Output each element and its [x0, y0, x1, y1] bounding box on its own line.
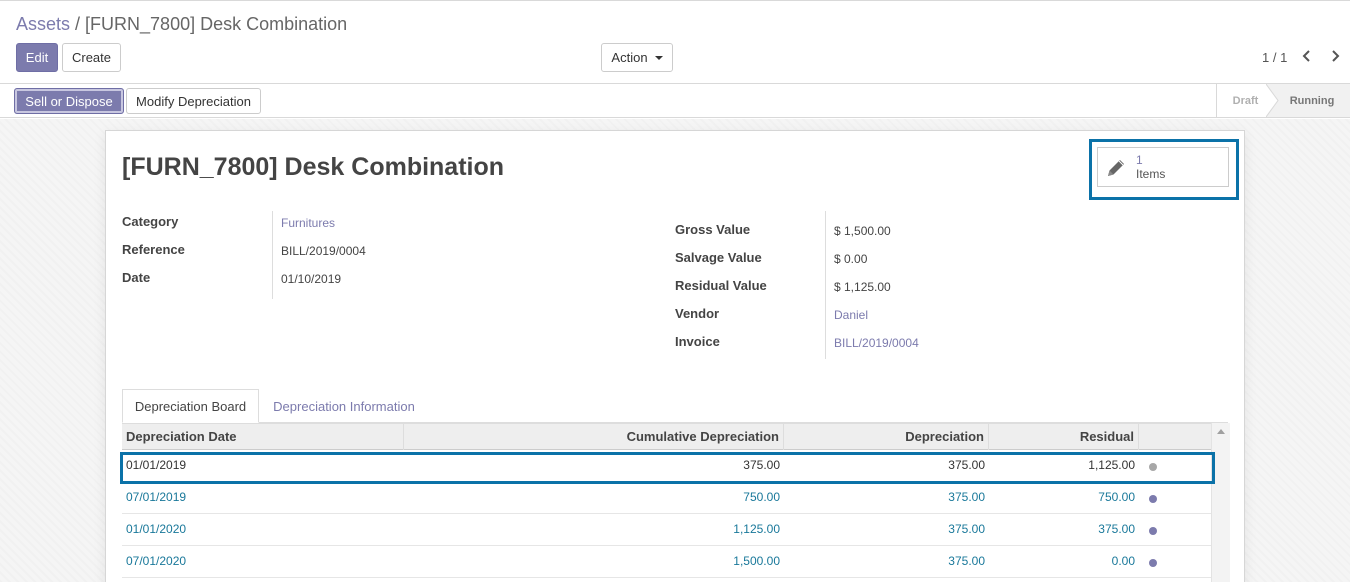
left-group-divider [272, 211, 273, 299]
modify-depreciation-button[interactable]: Modify Depreciation [126, 88, 261, 114]
date-label: Date [122, 270, 151, 285]
column-status [1139, 424, 1211, 450]
statusbar: Sell or Dispose Modify Depreciation Draf… [0, 83, 1350, 118]
row-depreciation: 375.00 [948, 554, 985, 568]
row-cumulative: 750.00 [743, 490, 780, 504]
row-date: 07/01/2020 [126, 554, 187, 568]
row-cumulative: 1,500.00 [733, 554, 780, 568]
posted-status-dot-icon [1149, 463, 1157, 471]
action-label: Action [611, 50, 648, 65]
row-residual: 750.00 [1098, 490, 1135, 504]
invoice-label: Invoice [675, 334, 720, 349]
row-residual: 0.00 [1111, 554, 1135, 568]
column-depreciation-date[interactable]: Depreciation Date [122, 424, 404, 450]
tab-depreciation-information[interactable]: Depreciation Information [264, 389, 424, 423]
row-residual: 375.00 [1098, 522, 1135, 536]
invoice-link[interactable]: BILL/2019/0004 [834, 336, 919, 350]
row-depreciation: 375.00 [948, 458, 985, 472]
column-depreciation[interactable]: Depreciation [784, 424, 989, 450]
table-row[interactable]: 07/01/2019 750.00 375.00 750.00 [122, 482, 1211, 514]
record-title: [FURN_7800] Desk Combination [122, 153, 505, 181]
stage-divider [1266, 84, 1279, 117]
breadcrumb-separator: / [75, 14, 81, 34]
table-header: Depreciation Date Cumulative Depreciatio… [122, 423, 1230, 450]
salvage-value-label: Salvage Value [675, 250, 762, 265]
stage-draft[interactable]: Draft [1216, 84, 1272, 117]
table-row[interactable]: 01/01/2020 1,125.00 375.00 375.00 [122, 514, 1211, 546]
column-cumulative-depreciation[interactable]: Cumulative Depreciation [404, 424, 784, 450]
row-depreciation: 375.00 [948, 522, 985, 536]
chevron-left-icon[interactable] [1300, 48, 1314, 64]
residual-value: $ 1,125.00 [834, 280, 891, 294]
salvage-value: $ 0.00 [834, 252, 868, 266]
row-depreciation: 375.00 [948, 490, 985, 504]
vendor-link[interactable]: Daniel [834, 308, 868, 322]
row-date: 01/01/2020 [126, 522, 187, 536]
breadcrumb-assets-link[interactable]: Assets [16, 14, 70, 34]
pending-status-dot-icon[interactable] [1149, 527, 1157, 535]
edit-button[interactable]: Edit [16, 43, 58, 72]
create-button[interactable]: Create [62, 43, 121, 72]
action-dropdown-button[interactable]: Action [601, 43, 673, 72]
table-row[interactable]: 01/01/2019 375.00 375.00 1,125.00 [122, 450, 1211, 482]
vendor-label: Vendor [675, 306, 720, 321]
items-smart-button[interactable]: 1 Items [1097, 147, 1229, 187]
date-value: 01/10/2019 [281, 272, 342, 286]
category-label: Category [122, 214, 179, 229]
items-label: Items [1136, 167, 1166, 181]
chevron-right-icon[interactable] [1328, 48, 1342, 64]
row-residual: 1,125.00 [1088, 458, 1135, 472]
category-link[interactable]: Furnitures [281, 216, 335, 230]
row-date: 07/01/2019 [126, 490, 187, 504]
pending-status-dot-icon[interactable] [1149, 559, 1157, 567]
gross-value-label: Gross Value [675, 222, 751, 237]
form-sheet: [FURN_7800] Desk Combination 1 Items Cat… [105, 130, 1245, 582]
reference-label: Reference [122, 242, 185, 257]
breadcrumb-current: [FURN_7800] Desk Combination [85, 14, 348, 34]
row-date: 01/01/2019 [126, 458, 187, 472]
breadcrumb: Assets / [FURN_7800] Desk Combination [16, 14, 347, 35]
status-stages: Draft Running [1216, 84, 1350, 117]
control-panel: Assets / [FURN_7800] Desk Combination Edit… [0, 1, 1350, 83]
pager-value[interactable]: 1 / 1 [1262, 50, 1287, 65]
pencil-icon [1105, 157, 1127, 182]
reference-value: BILL/2019/0004 [281, 244, 366, 258]
row-cumulative: 1,125.00 [733, 522, 780, 536]
scroll-up-icon[interactable] [1217, 429, 1225, 434]
right-group-divider [825, 211, 826, 359]
column-residual[interactable]: Residual [989, 424, 1139, 450]
gross-value: $ 1,500.00 [834, 224, 891, 238]
pending-status-dot-icon[interactable] [1149, 495, 1157, 503]
residual-value-label: Residual Value [675, 278, 767, 293]
caret-down-icon [654, 55, 663, 60]
table-scrollbar[interactable] [1211, 423, 1230, 582]
sell-or-dispose-button[interactable]: Sell or Dispose [14, 88, 124, 114]
items-count: 1 [1136, 153, 1143, 167]
row-cumulative: 375.00 [743, 458, 780, 472]
table-row[interactable]: 07/01/2020 1,500.00 375.00 0.00 [122, 546, 1211, 578]
tab-depreciation-board[interactable]: Depreciation Board [122, 389, 259, 423]
